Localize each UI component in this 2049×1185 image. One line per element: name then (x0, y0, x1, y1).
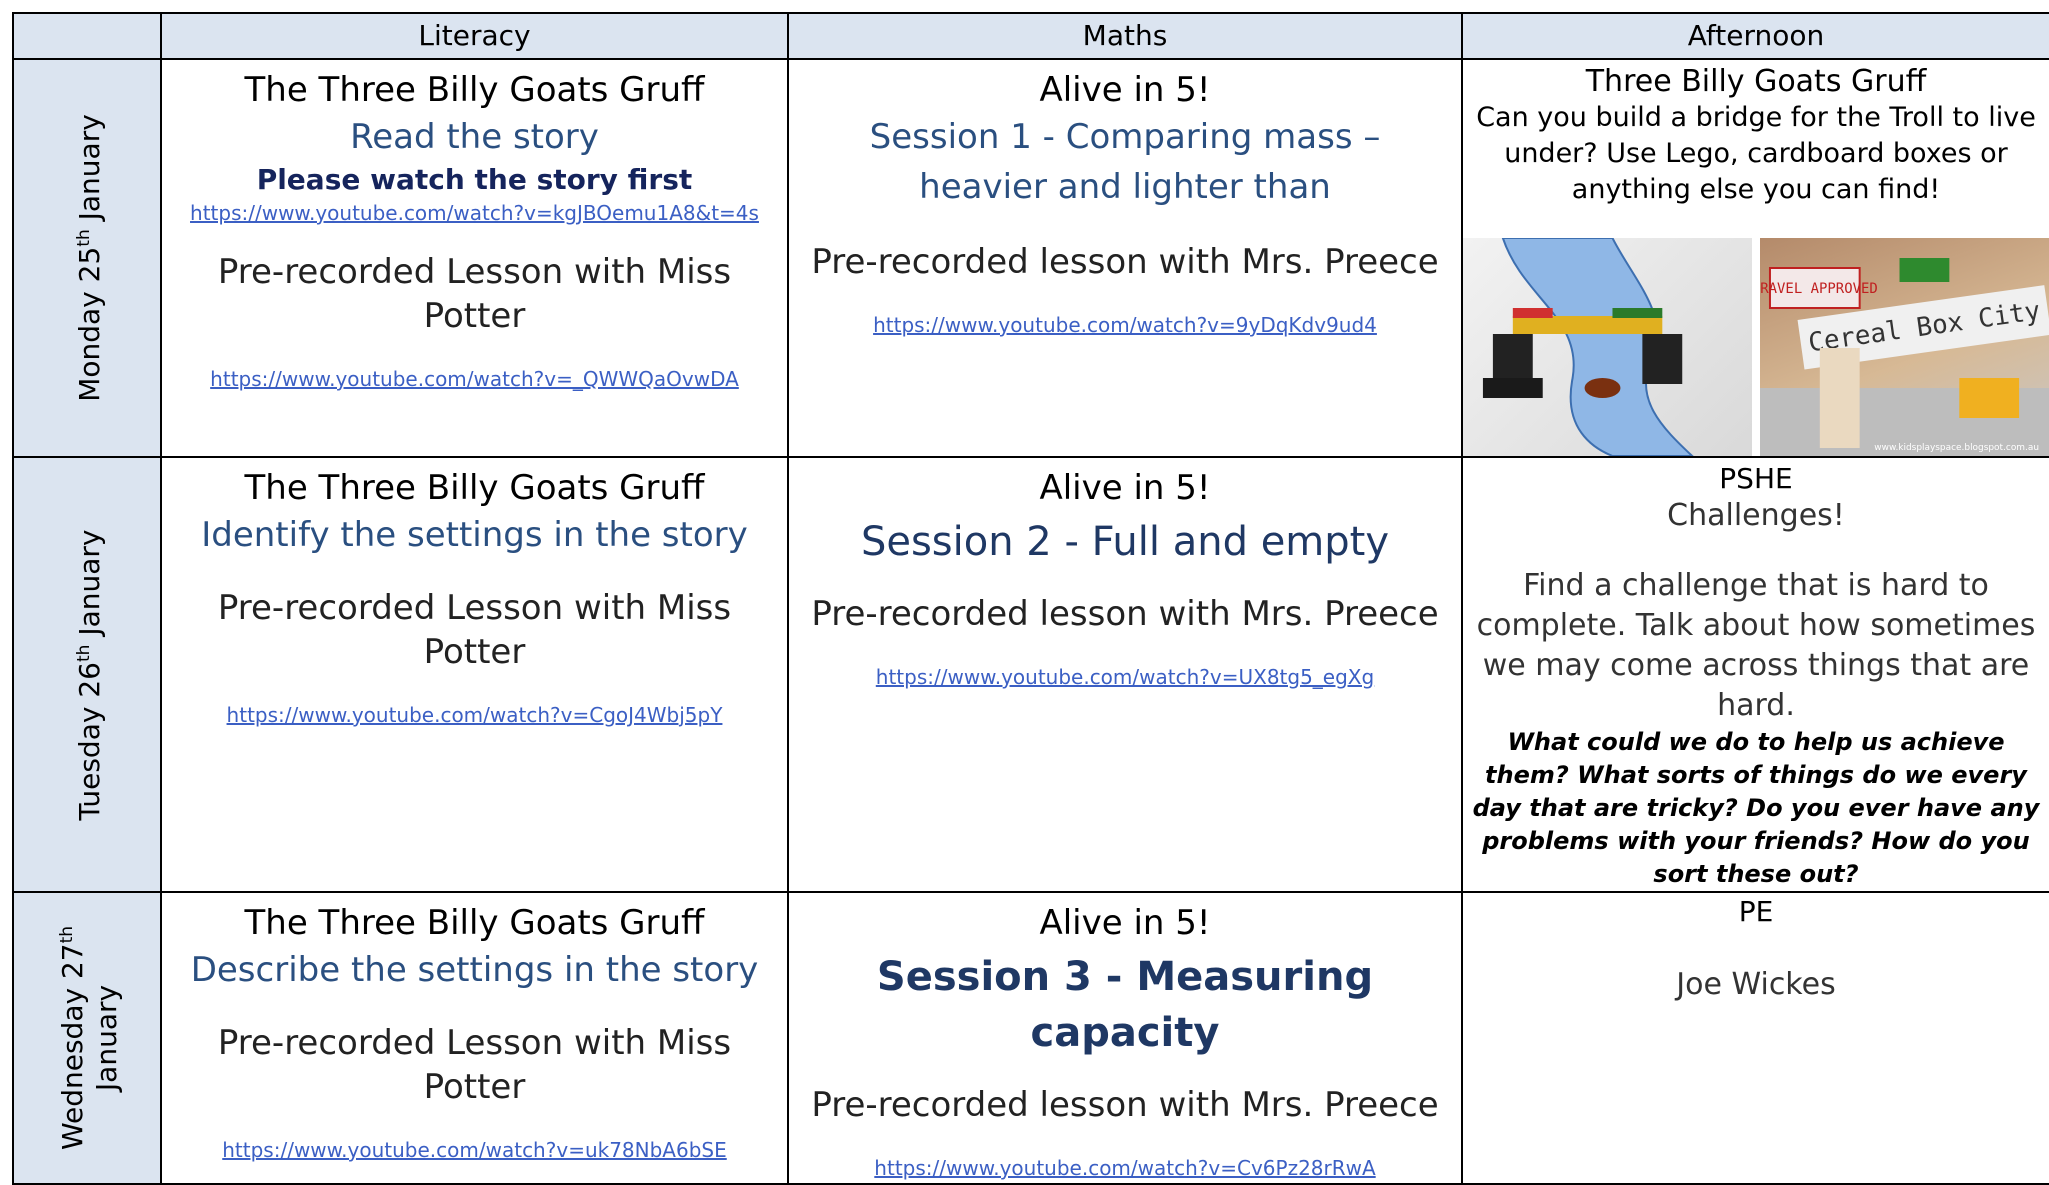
literacy-lesson-link[interactable]: https://www.youtube.com/watch?v=uk78NbA6… (222, 1138, 727, 1162)
afternoon-subtitle: Joe Wickes (1676, 967, 1836, 1002)
literacy-task: Identify the settings in the story (201, 515, 748, 555)
bridge-photos: TRAVEL APPROVED Cereal Box City www.kids… (1464, 238, 2048, 455)
literacy-lesson-link[interactable]: https://www.youtube.com/watch?v=CgoJ4Wbj… (227, 703, 723, 727)
literacy-title: The Three Billy Goats Gruff (244, 70, 705, 110)
afternoon-subtitle: Challenges! (1667, 498, 1845, 533)
afternoon-title: PSHE (1719, 462, 1793, 495)
afternoon-text: Can you build a bridge for the Troll to … (1476, 102, 2036, 205)
day-label: Tuesday 26th January (73, 529, 107, 820)
afternoon-title: Three Billy Goats Gruff (1585, 64, 1927, 99)
maths-cell: Alive in 5! Session 2 - Full and empty P… (787, 456, 1463, 893)
literacy-note: Please watch the story first (256, 163, 693, 196)
day-cell-monday: Monday 25th January (12, 58, 162, 458)
maths-title: Alive in 5! (1039, 468, 1211, 508)
travel-approved-sign: TRAVEL APPROVED (1760, 281, 1878, 297)
maths-title: Alive in 5! (1039, 903, 1211, 943)
literacy-lesson: Pre-recorded Lesson with Miss Potter (217, 588, 732, 672)
literacy-lesson: Pre-recorded Lesson with Miss Potter (217, 1023, 732, 1107)
literacy-title: The Three Billy Goats Gruff (244, 468, 705, 508)
literacy-title: The Three Billy Goats Gruff (244, 903, 705, 943)
literacy-task: Read the story (350, 117, 599, 157)
header-literacy: Literacy (160, 12, 789, 60)
day-label: Wednesday 27th January (56, 925, 124, 1151)
maths-cell: Alive in 5! Session 1 - Comparing mass –… (787, 58, 1463, 458)
maths-title: Alive in 5! (1039, 70, 1211, 110)
literacy-lesson-link[interactable]: https://www.youtube.com/watch?v=_QWWQaOv… (210, 367, 739, 391)
literacy-cell: The Three Billy Goats Gruff Identify the… (160, 456, 789, 893)
afternoon-title: PE (1738, 895, 1774, 928)
day-cell-wednesday: Wednesday 27th January (12, 891, 162, 1185)
header-corner (12, 12, 162, 60)
maths-lesson-link[interactable]: https://www.youtube.com/watch?v=UX8tg5_e… (876, 665, 1374, 689)
afternoon-cell: PSHE Challenges! Find a challenge that i… (1461, 456, 2049, 893)
literacy-cell: The Three Billy Goats Gruff Read the sto… (160, 58, 789, 458)
maths-session: Session 1 - Comparing mass – heavier and… (869, 117, 1381, 207)
maths-lesson-link[interactable]: https://www.youtube.com/watch?v=9yDqKdv9… (873, 313, 1377, 337)
maths-lesson: Pre-recorded lesson with Mrs. Preece (811, 594, 1439, 634)
maths-session: Session 2 - Full and empty (860, 519, 1390, 565)
day-row-monday: Monday 25th January The Three Billy Goat… (12, 58, 2049, 458)
cereal-box-bridge-photo: TRAVEL APPROVED Cereal Box City www.kids… (1760, 238, 2048, 455)
lego-bridge-photo (1464, 238, 1752, 455)
literacy-task: Describe the settings in the story (190, 950, 759, 990)
maths-lesson-link[interactable]: https://www.youtube.com/watch?v=Cv6Pz28r… (874, 1156, 1375, 1180)
header-row: Literacy Maths Afternoon (12, 12, 2049, 60)
day-row-wednesday: Wednesday 27th January The Three Billy G… (12, 891, 2049, 1185)
maths-cell: Alive in 5! Session 3 - Measuring capaci… (787, 891, 1463, 1185)
story-video-link[interactable]: https://www.youtube.com/watch?v=kgJBOemu… (190, 201, 759, 225)
literacy-lesson: Pre-recorded Lesson with Miss Potter (217, 252, 732, 336)
afternoon-cell: PE Joe Wickes (1461, 891, 2049, 1185)
day-row-tuesday: Tuesday 26th January The Three Billy Goa… (12, 456, 2049, 893)
maths-session: Session 3 - Measuring capacity (876, 954, 1374, 1056)
maths-lesson: Pre-recorded lesson with Mrs. Preece (811, 242, 1439, 282)
header-maths: Maths (787, 12, 1463, 60)
afternoon-questions: What could we do to help us achieve them… (1472, 728, 2040, 888)
day-label: Monday 25th January (73, 114, 107, 402)
literacy-cell: The Three Billy Goats Gruff Describe the… (160, 891, 789, 1185)
day-cell-tuesday: Tuesday 26th January (12, 456, 162, 893)
header-afternoon: Afternoon (1461, 12, 2049, 60)
maths-lesson: Pre-recorded lesson with Mrs. Preece (811, 1085, 1439, 1125)
afternoon-body: Find a challenge that is hard to complet… (1476, 568, 2036, 723)
photo-watermark: www.kidsplayspace.blogspot.com.au (1874, 443, 2039, 453)
afternoon-cell: Three Billy Goats Gruff Can you build a … (1461, 58, 2049, 458)
timetable: Literacy Maths Afternoon Monday 25th Jan… (12, 12, 2049, 1185)
